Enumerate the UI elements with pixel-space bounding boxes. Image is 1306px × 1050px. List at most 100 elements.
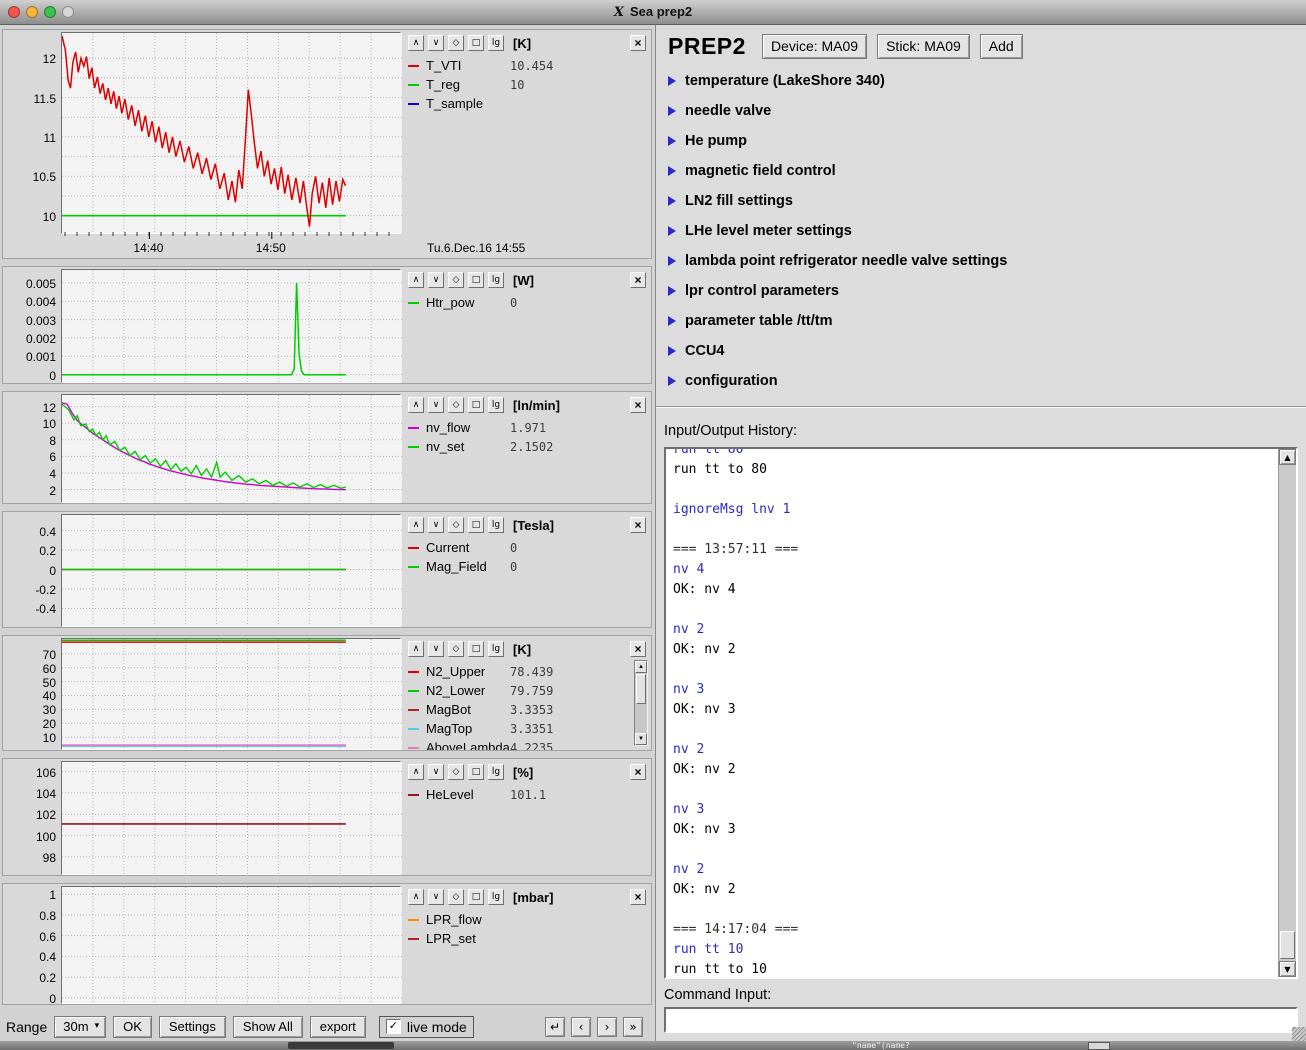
plot-canvas[interactable] bbox=[61, 269, 401, 383]
section-item[interactable]: configuration bbox=[668, 366, 1306, 396]
zoom-reset-button[interactable]: ◇ bbox=[448, 35, 464, 51]
legend-entry[interactable]: LPR_flow bbox=[408, 910, 649, 929]
up-arrow-button[interactable]: ∧ bbox=[408, 517, 424, 533]
autoscale-button[interactable]: □ bbox=[468, 397, 484, 413]
range-dropdown[interactable]: 30m ▾ bbox=[54, 1016, 106, 1038]
legend-entry[interactable]: MagBot3.3353 bbox=[408, 700, 631, 719]
down-arrow-button[interactable]: ∨ bbox=[428, 889, 444, 905]
legend-entry[interactable]: LPR_set bbox=[408, 929, 649, 948]
show-all-button[interactable]: Show All bbox=[233, 1016, 303, 1038]
legend-entry[interactable]: T_VTI10.454 bbox=[408, 56, 649, 75]
export-button[interactable]: export bbox=[310, 1016, 366, 1038]
legend-scrollbar[interactable]: ▲▼ bbox=[634, 660, 648, 746]
live-mode-toggle[interactable]: ✓ live mode bbox=[379, 1016, 474, 1038]
section-item[interactable]: magnetic field control bbox=[668, 156, 1306, 186]
scroll-down-arrow-icon[interactable]: ▼ bbox=[1279, 961, 1296, 977]
section-item[interactable]: LN2 fill settings bbox=[668, 186, 1306, 216]
live-mode-checkbox[interactable]: ✓ bbox=[386, 1019, 401, 1034]
plot-canvas[interactable] bbox=[61, 638, 401, 750]
page-left-button[interactable]: ‹ bbox=[571, 1017, 591, 1037]
zoom-reset-button[interactable]: ◇ bbox=[448, 397, 464, 413]
zoom-reset-button[interactable]: ◇ bbox=[448, 764, 464, 780]
down-arrow-button[interactable]: ∨ bbox=[428, 517, 444, 533]
close-button[interactable]: × bbox=[630, 889, 646, 905]
log-scale-button[interactable]: lg bbox=[488, 272, 504, 288]
scrollbar-thumb[interactable] bbox=[636, 674, 646, 704]
down-arrow-button[interactable]: ∨ bbox=[428, 397, 444, 413]
page-end-button[interactable]: » bbox=[623, 1017, 643, 1037]
legend-entry[interactable]: MagTop3.3351 bbox=[408, 719, 631, 738]
section-item[interactable]: needle valve bbox=[668, 96, 1306, 126]
legend-entry[interactable]: T_sample bbox=[408, 94, 649, 113]
legend-entry[interactable]: N2_Upper78.439 bbox=[408, 662, 631, 681]
section-item[interactable]: lambda point refrigerator needle valve s… bbox=[668, 246, 1306, 276]
up-arrow-button[interactable]: ∧ bbox=[408, 764, 424, 780]
section-item[interactable]: He pump bbox=[668, 126, 1306, 156]
plot-canvas[interactable] bbox=[61, 32, 401, 234]
device-button[interactable]: Device: MA09 bbox=[762, 34, 867, 59]
scroll-up-arrow-icon[interactable]: ▲ bbox=[1279, 449, 1296, 465]
section-item[interactable]: CCU4 bbox=[668, 336, 1306, 366]
down-arrow-button[interactable]: ∨ bbox=[428, 272, 444, 288]
close-button[interactable]: × bbox=[630, 272, 646, 288]
add-button[interactable]: Add bbox=[980, 34, 1023, 59]
stick-button[interactable]: Stick: MA09 bbox=[877, 34, 970, 59]
return-nav-button[interactable]: ↵ bbox=[545, 1017, 565, 1037]
down-arrow-button[interactable]: ∨ bbox=[428, 641, 444, 657]
log-scale-button[interactable]: lg bbox=[488, 764, 504, 780]
section-item[interactable]: LHe level meter settings bbox=[668, 216, 1306, 246]
legend-entry[interactable]: Current0 bbox=[408, 538, 649, 557]
log-scale-button[interactable]: lg bbox=[488, 397, 504, 413]
legend-entry[interactable]: nv_set2.1502 bbox=[408, 437, 649, 456]
autoscale-button[interactable]: □ bbox=[468, 764, 484, 780]
page-right-button[interactable]: › bbox=[597, 1017, 617, 1037]
plot-canvas[interactable] bbox=[61, 886, 401, 1004]
zoom-reset-button[interactable]: ◇ bbox=[448, 517, 464, 533]
autoscale-button[interactable]: □ bbox=[468, 35, 484, 51]
up-arrow-button[interactable]: ∧ bbox=[408, 272, 424, 288]
up-arrow-button[interactable]: ∧ bbox=[408, 35, 424, 51]
scroll-up-arrow-icon[interactable]: ▲ bbox=[635, 661, 647, 673]
zoom-reset-button[interactable]: ◇ bbox=[448, 889, 464, 905]
section-item[interactable]: lpr control parameters bbox=[668, 276, 1306, 306]
legend-entry[interactable]: Mag_Field0 bbox=[408, 557, 649, 576]
up-arrow-button[interactable]: ∧ bbox=[408, 889, 424, 905]
down-arrow-button[interactable]: ∨ bbox=[428, 35, 444, 51]
history-scrollbar[interactable]: ▲ ▼ bbox=[1278, 449, 1296, 977]
close-button[interactable]: × bbox=[630, 517, 646, 533]
zoom-reset-button[interactable]: ◇ bbox=[448, 272, 464, 288]
log-scale-button[interactable]: lg bbox=[488, 641, 504, 657]
close-button[interactable]: × bbox=[630, 641, 646, 657]
close-button[interactable]: × bbox=[630, 764, 646, 780]
section-item[interactable]: temperature (LakeShore 340) bbox=[668, 66, 1306, 96]
command-input[interactable] bbox=[664, 1007, 1298, 1033]
legend-entry[interactable]: HeLevel101.1 bbox=[408, 785, 649, 804]
section-item[interactable]: parameter table /tt/tm bbox=[668, 306, 1306, 336]
legend-entry[interactable]: N2_Lower79.759 bbox=[408, 681, 631, 700]
legend-entry[interactable]: T_reg10 bbox=[408, 75, 649, 94]
plot-canvas[interactable] bbox=[61, 394, 401, 503]
up-arrow-button[interactable]: ∧ bbox=[408, 641, 424, 657]
plot-canvas[interactable] bbox=[61, 761, 401, 875]
close-button[interactable]: × bbox=[630, 35, 646, 51]
settings-button[interactable]: Settings bbox=[159, 1016, 226, 1038]
legend-entry[interactable]: nv_flow1.971 bbox=[408, 418, 649, 437]
autoscale-button[interactable]: □ bbox=[468, 517, 484, 533]
up-arrow-button[interactable]: ∧ bbox=[408, 397, 424, 413]
legend-entry[interactable]: Htr_pow0 bbox=[408, 293, 649, 312]
io-history-box[interactable]: run tt 80run tt to 80 ignoreMsg lnv 1 ==… bbox=[664, 447, 1298, 979]
scroll-down-arrow-icon[interactable]: ▼ bbox=[635, 733, 647, 745]
resize-grip[interactable] bbox=[1292, 1027, 1306, 1041]
down-arrow-button[interactable]: ∨ bbox=[428, 764, 444, 780]
ok-button[interactable]: OK bbox=[113, 1016, 152, 1038]
log-scale-button[interactable]: lg bbox=[488, 517, 504, 533]
zoom-reset-button[interactable]: ◇ bbox=[448, 641, 464, 657]
plot-canvas[interactable] bbox=[61, 514, 401, 627]
legend-entry[interactable]: AboveLambda4.2235 bbox=[408, 738, 631, 750]
autoscale-button[interactable]: □ bbox=[468, 272, 484, 288]
autoscale-button[interactable]: □ bbox=[468, 889, 484, 905]
close-button[interactable]: × bbox=[630, 397, 646, 413]
scrollbar-thumb[interactable] bbox=[1280, 931, 1295, 959]
log-scale-button[interactable]: lg bbox=[488, 35, 504, 51]
log-scale-button[interactable]: lg bbox=[488, 889, 504, 905]
